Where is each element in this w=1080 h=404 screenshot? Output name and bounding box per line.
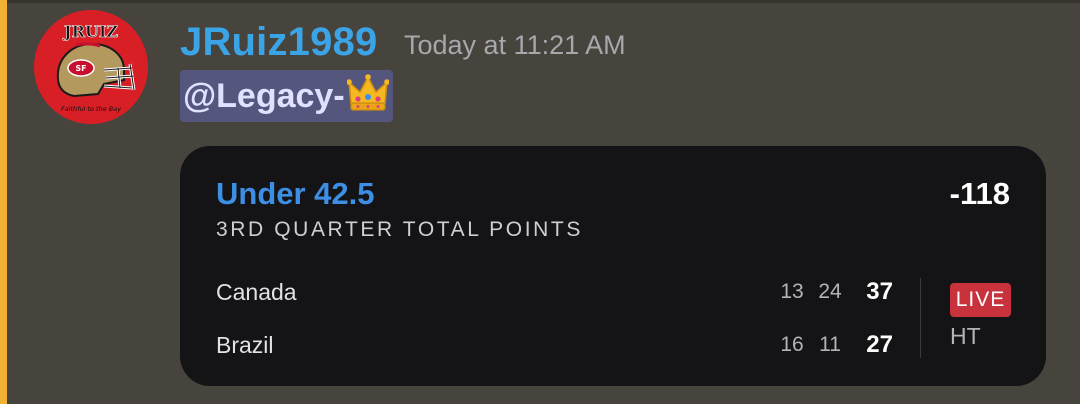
avatar[interactable]: JRUIZ SF Faithful to the Bay <box>34 10 148 124</box>
team-1-q1-score: 13 <box>780 280 804 303</box>
crown-emoji-icon <box>345 73 390 119</box>
game-status: HT <box>950 323 981 349</box>
bet-card[interactable]: Under 42.5 -118 3RD QUARTER TOTAL POINTS… <box>180 146 1046 386</box>
bet-odds: -118 <box>949 176 1010 211</box>
team-2-q1-score: 16 <box>780 333 804 356</box>
avatar-top-text: JRUIZ <box>62 22 118 41</box>
score-divider <box>920 278 921 358</box>
message-timestamp: Today at 11:21 AM <box>404 30 626 60</box>
avatar-bottom-text: Faithful to the Bay <box>61 105 121 113</box>
team-2-q2-score: 11 <box>819 333 841 356</box>
live-badge: LIVE <box>950 283 1011 317</box>
team-name-home: Canada <box>216 279 297 305</box>
user-mention[interactable]: @Legacy- <box>180 70 393 122</box>
bet-selection: Under 42.5 <box>216 176 375 211</box>
username[interactable]: JRuiz1989 <box>180 20 377 65</box>
team-1-total-score: 37 <box>866 278 893 305</box>
team-1-q2-score: 24 <box>818 280 842 303</box>
team-2-total-score: 27 <box>866 331 893 358</box>
mention-label: @Legacy- <box>183 76 345 115</box>
team-name-away: Brazil <box>216 332 274 358</box>
mention-highlight-bar <box>0 0 7 404</box>
top-divider <box>0 0 1080 3</box>
bet-market: 3RD QUARTER TOTAL POINTS <box>216 218 583 241</box>
49ers-helmet-icon: JRUIZ SF Faithful to the Bay <box>34 10 148 124</box>
svg-text:SF: SF <box>75 64 86 73</box>
